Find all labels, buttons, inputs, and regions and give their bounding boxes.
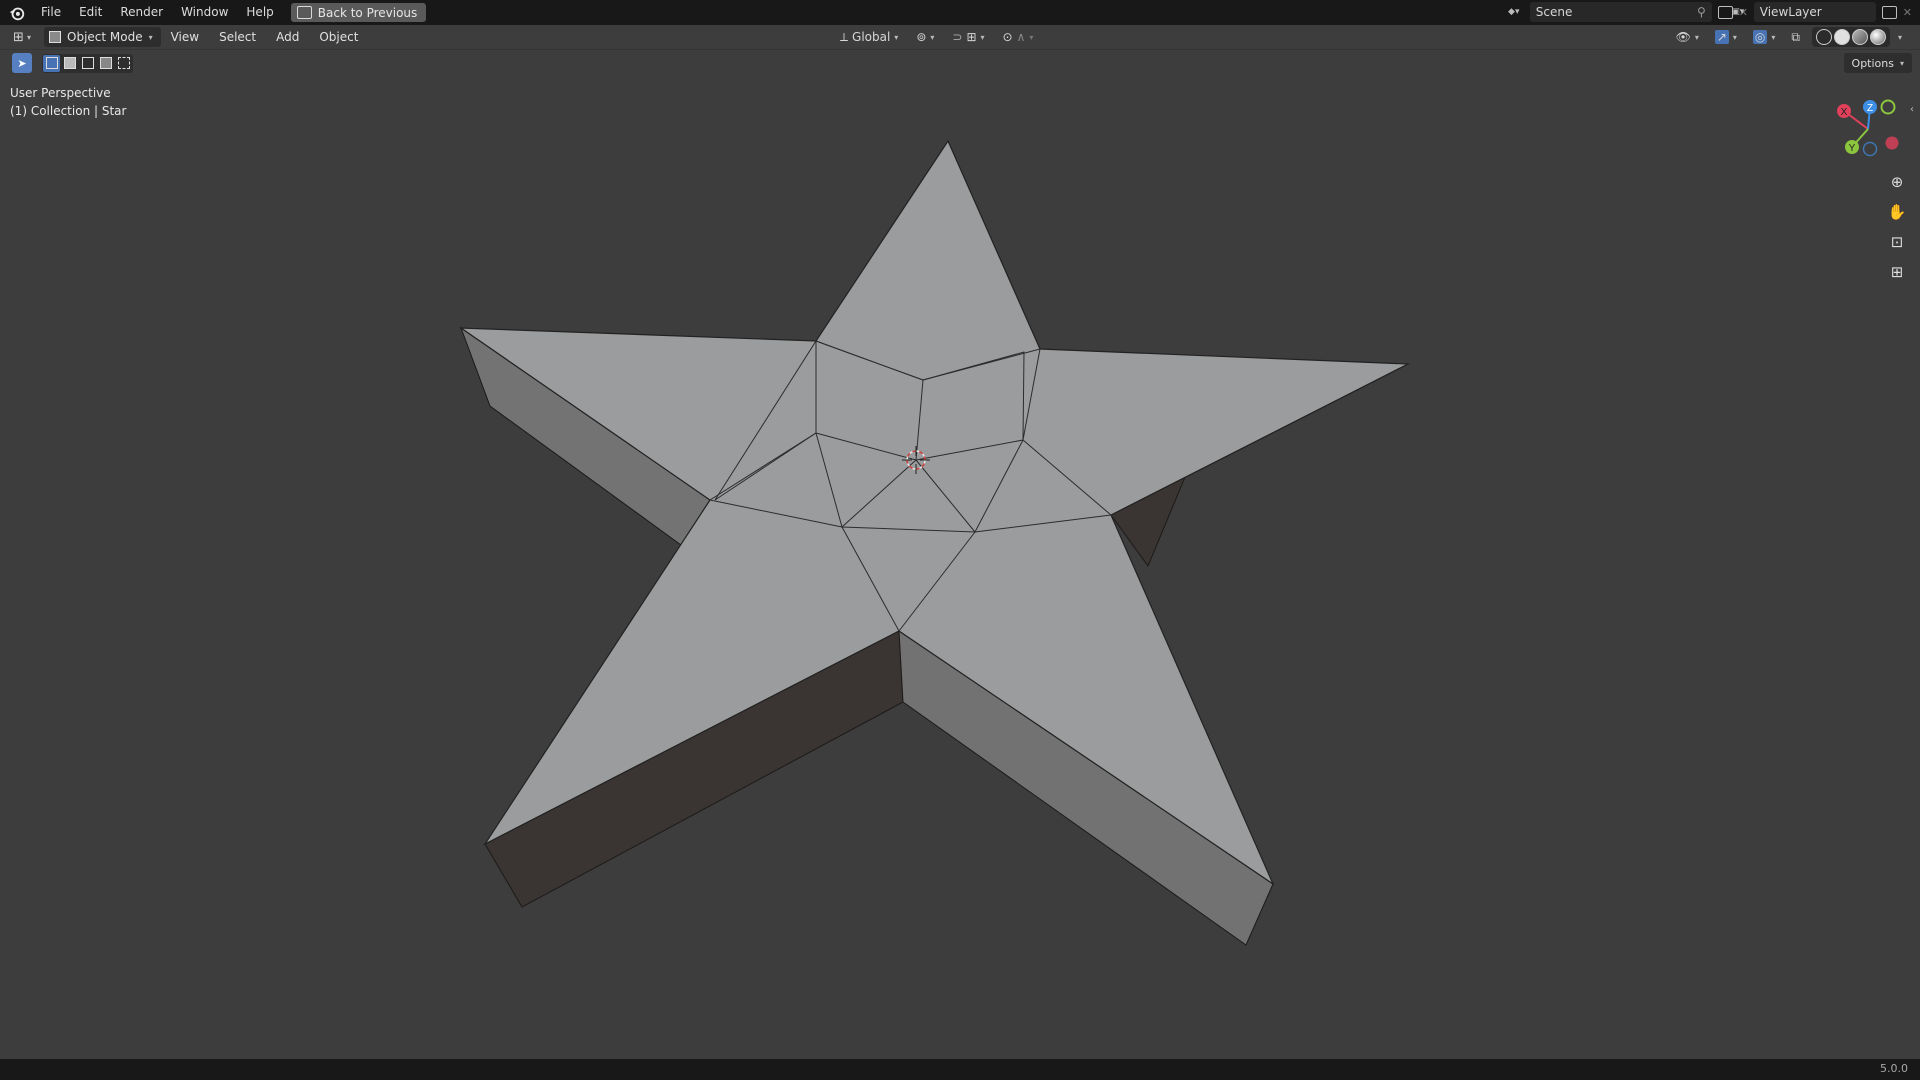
- chevron-down-icon: ▾: [1732, 32, 1737, 42]
- viewport-header: ⊞ ▾ Object Mode ▾ View Select Add Object…: [0, 25, 1920, 50]
- chevron-down-icon: ▾: [148, 32, 153, 42]
- editor-type-selector[interactable]: ⊞ ▾: [6, 27, 38, 47]
- blender-logo-icon[interactable]: [8, 4, 26, 22]
- back-to-previous-button[interactable]: Back to Previous: [290, 3, 427, 22]
- transform-orientation-dropdown[interactable]: ⟂ Global ▾: [836, 27, 902, 47]
- proportional-editing-toggle[interactable]: ⊙ ∧ ▾: [999, 27, 1038, 47]
- scene-name: Scene: [1535, 5, 1573, 19]
- ortho-grid-icon[interactable]: ⊞: [1885, 260, 1909, 284]
- orientation-axes-icon: ⟂: [840, 29, 849, 44]
- viewport-collection-label: (1) Collection | Star: [10, 104, 127, 118]
- star-top-face: [458, 139, 1411, 886]
- menu-view[interactable]: View: [161, 30, 209, 44]
- scene-browse-icon[interactable]: ◆▾: [1504, 2, 1524, 22]
- magnet-icon: ⊃: [952, 30, 963, 44]
- chevron-down-icon: ▾: [1694, 32, 1699, 42]
- gizmo-neg-y-axis[interactable]: [1880, 99, 1896, 115]
- zoom-icon[interactable]: ⊕: [1885, 170, 1909, 194]
- chevron-down-icon: ▾: [930, 32, 935, 42]
- status-bar: 5.0.0: [0, 1059, 1920, 1080]
- navigation-gizmo[interactable]: X Z Y: [1828, 95, 1908, 167]
- menu-object[interactable]: Object: [309, 30, 368, 44]
- xray-toggle[interactable]: ⧉: [1787, 27, 1804, 47]
- eye-icon: 👁: [1675, 30, 1691, 44]
- overlays-icon: ◎: [1752, 30, 1768, 44]
- chevron-down-icon: ▾: [26, 32, 31, 42]
- gizmo-icon: ↗: [1714, 30, 1729, 44]
- gizmo-y-label: Y: [1849, 143, 1856, 154]
- sidebar-collapse-icon[interactable]: ‹: [1910, 104, 1914, 115]
- selectability-visibility-dropdown[interactable]: 👁 ▾: [1672, 27, 1703, 47]
- gizmo-z-label: Z: [1867, 103, 1873, 114]
- menu-edit[interactable]: Edit: [70, 0, 111, 25]
- pin-icon[interactable]: ⚲: [1697, 5, 1706, 19]
- viewport-perspective-label: User Perspective: [10, 86, 111, 100]
- menu-select[interactable]: Select: [209, 30, 266, 44]
- menu-render[interactable]: Render: [111, 0, 172, 25]
- blender-version: 5.0.0: [1880, 1062, 1908, 1075]
- falloff-curve-icon: ∧: [1016, 30, 1026, 44]
- pivot-point-icon: ⊚: [916, 30, 927, 44]
- back-to-previous-label: Back to Previous: [317, 5, 418, 20]
- top-bar: File Edit Render Window Help Back to Pre…: [0, 0, 1920, 25]
- transform-orientation-label: Global: [852, 30, 891, 44]
- gizmo-x-label: X: [1841, 107, 1848, 118]
- editor-type-icon: ⊞: [13, 29, 24, 45]
- viewport-right-tools: 👁 ▾ ↗ ▾ ◎ ▾ ⧉ ▾: [1672, 27, 1902, 47]
- snap-increment-icon: ⊞: [966, 30, 977, 44]
- view-layer-name-field[interactable]: ViewLayer: [1753, 2, 1876, 22]
- menu-window[interactable]: Window: [172, 0, 237, 25]
- remove-view-layer-icon[interactable]: ✕: [1903, 6, 1912, 19]
- shading-options-chevron-icon[interactable]: ▾: [1898, 33, 1902, 42]
- object-mode-icon: [49, 31, 61, 43]
- object-mode-dropdown[interactable]: Object Mode ▾: [44, 27, 161, 47]
- wireframe-shading-icon[interactable]: [1815, 29, 1832, 45]
- menu-help[interactable]: Help: [237, 0, 282, 25]
- rendered-shading-icon[interactable]: [1869, 29, 1886, 45]
- material-preview-shading-icon[interactable]: [1851, 29, 1868, 45]
- 3d-viewport[interactable]: [0, 49, 1920, 1059]
- overlays-toggle[interactable]: ◎ ▾: [1749, 27, 1780, 47]
- xray-icon: ⧉: [1791, 29, 1800, 44]
- new-view-layer-icon[interactable]: [1881, 5, 1897, 19]
- proportional-editing-icon: ⊙: [1002, 30, 1013, 44]
- menu-file[interactable]: File: [32, 0, 70, 25]
- scene-name-field[interactable]: Scene ⚲: [1529, 2, 1712, 22]
- solid-shading-icon[interactable]: [1833, 29, 1850, 45]
- menu-add[interactable]: Add: [266, 30, 309, 44]
- center-tools: ⟂ Global ▾ ⊚ ▾ ⊃ ⊞ ▾ ⊙ ∧ ▾: [836, 27, 1037, 47]
- view-layer-selector: ▣▾ ViewLayer ✕: [1728, 2, 1912, 22]
- gizmo-neg-x-axis[interactable]: [1885, 136, 1899, 150]
- snap-toggle[interactable]: ⊃ ⊞ ▾: [948, 27, 988, 47]
- view-layer-name: ViewLayer: [1759, 5, 1822, 19]
- pivot-point-dropdown[interactable]: ⊚ ▾: [912, 27, 938, 47]
- chevron-down-icon: ▾: [1029, 32, 1034, 42]
- shading-mode-group: [1811, 27, 1890, 47]
- object-mode-label: Object Mode: [67, 30, 143, 44]
- pan-hand-icon[interactable]: ✋: [1885, 200, 1909, 224]
- scene-selector: ◆▾ Scene ⚲ ✕: [1504, 2, 1748, 22]
- chevron-down-icon: ▾: [1771, 32, 1776, 42]
- gizmo-neg-z-axis[interactable]: [1862, 141, 1878, 157]
- view-layer-browse-icon[interactable]: ▣▾: [1728, 2, 1748, 22]
- chevron-down-icon: ▾: [980, 32, 985, 42]
- back-window-icon: [296, 6, 312, 19]
- camera-view-icon[interactable]: ⊡: [1885, 230, 1909, 254]
- star-mesh[interactable]: [458, 139, 1411, 946]
- gizmo-toggle[interactable]: ↗ ▾: [1711, 27, 1741, 47]
- chevron-down-icon: ▾: [894, 32, 899, 42]
